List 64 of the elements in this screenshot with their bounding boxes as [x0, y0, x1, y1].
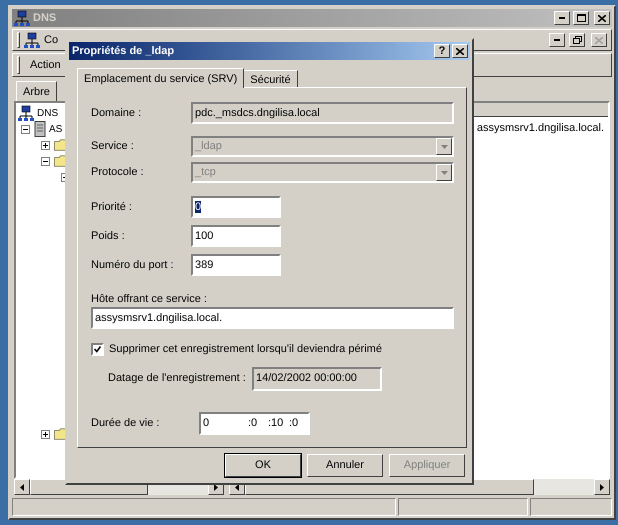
field-label: Durée de vie :	[91, 416, 160, 431]
tab[interactable]: Sécurité	[243, 70, 298, 87]
child-window-title: Co	[44, 32, 60, 48]
network-icon	[24, 32, 40, 48]
field-label: Priorité :	[91, 200, 133, 215]
duration-field[interactable]: 0 :0 :10 :0	[199, 412, 310, 434]
restore-icon	[572, 36, 582, 44]
minimize-icon	[554, 39, 560, 41]
field-label: Protocole :	[91, 165, 145, 180]
input-field[interactable]: assysmsrv1.dngilisa.local.	[91, 307, 454, 329]
duration-part[interactable]: :10	[268, 414, 289, 432]
domain-field: pdc._msdcs.dngilisa.local	[191, 102, 454, 124]
field-label: Datage de l'enregistrement :	[108, 371, 247, 386]
scroll-left-button[interactable]	[14, 479, 30, 495]
left-arrow-icon	[20, 484, 24, 490]
duration-part[interactable]: :0	[289, 414, 307, 432]
field-label: Poids :	[91, 228, 126, 244]
right-arrow-icon	[600, 484, 604, 490]
tree-tab[interactable]: Arbre	[16, 81, 57, 101]
input-field[interactable]: 0	[191, 196, 281, 218]
dialog-button[interactable]: Annuler	[307, 454, 383, 477]
dialog-button[interactable]: OK	[225, 454, 301, 477]
menu-item[interactable]: Action	[28, 56, 63, 74]
close-icon	[598, 14, 606, 22]
right-arrow-icon	[214, 484, 218, 490]
close-icon	[456, 48, 464, 54]
maximize-icon	[576, 14, 586, 22]
collapse-icon[interactable]	[41, 156, 50, 166]
tab[interactable]: Emplacement du service (SRV)	[77, 68, 244, 88]
field-label: Domaine :	[91, 106, 142, 121]
maximize-button[interactable]	[573, 11, 589, 25]
dialog-title: Propriétés de _ldap	[72, 44, 176, 59]
checkbox-label: Supprimer cet enregistrement lorsqu'il deviendra périmé	[109, 342, 382, 357]
expand-icon[interactable]	[41, 140, 50, 150]
duration-part[interactable]: :0	[248, 414, 268, 432]
expand-icon[interactable]	[41, 430, 50, 438]
field-label: Service :	[91, 139, 135, 154]
close-button[interactable]	[594, 11, 610, 25]
tree-item[interactable]: DNS	[37, 106, 58, 120]
field-label: Numéro du port :	[91, 258, 175, 273]
help-button[interactable]: ?	[434, 44, 450, 58]
server-icon	[34, 121, 46, 137]
list-item[interactable]: assysmsrv1.dngilisa.local.	[476, 120, 604, 136]
collapse-icon[interactable]	[21, 124, 30, 134]
window-title: DNS	[33, 10, 58, 26]
close-button[interactable]	[452, 44, 468, 58]
field-label: Hôte offrant ce service :	[91, 292, 208, 305]
input-field[interactable]: 389	[191, 254, 281, 276]
duration-part[interactable]: 0	[203, 414, 248, 432]
scroll-right-button[interactable]	[594, 479, 610, 495]
timestamp-field: 14/02/2002 00:00:00	[252, 366, 382, 390]
check-icon	[94, 346, 101, 353]
input-field[interactable]: 100	[191, 225, 281, 247]
close-icon	[595, 36, 603, 44]
checkbox[interactable]	[91, 342, 104, 356]
tree-item[interactable]: AS	[49, 122, 62, 136]
left-arrow-icon	[235, 484, 239, 490]
dns-icon	[18, 105, 34, 121]
minimize-icon	[559, 17, 565, 19]
close-button[interactable]	[591, 33, 607, 47]
restore-button[interactable]	[569, 33, 585, 47]
network-icon	[14, 10, 30, 26]
minimize-button[interactable]	[554, 11, 570, 25]
minimize-button[interactable]	[549, 33, 565, 47]
